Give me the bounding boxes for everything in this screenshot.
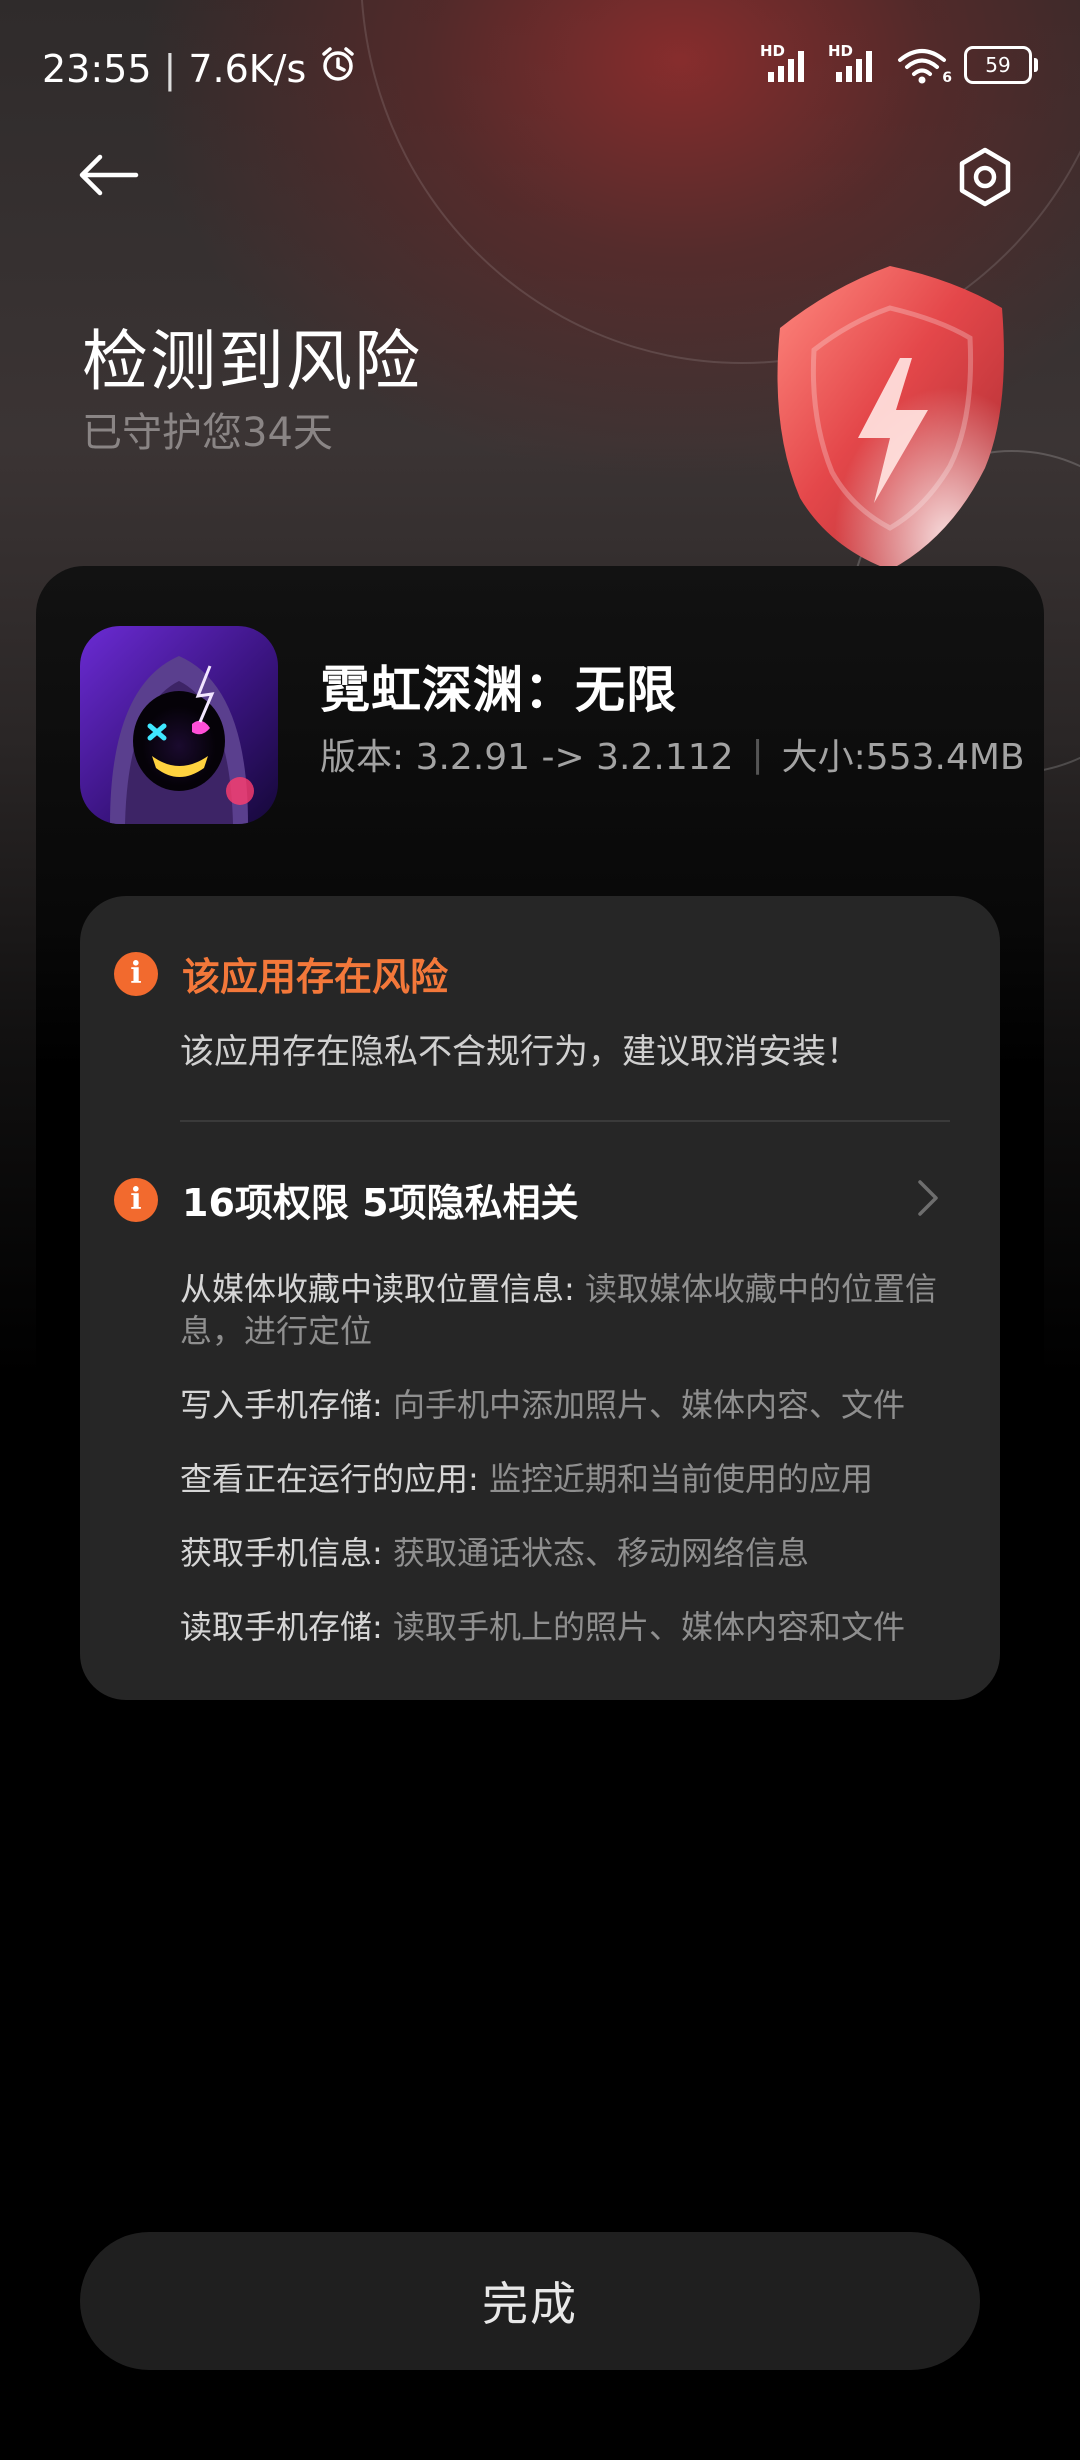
status-bar: 23:55 | 7.6K/s HD HD 6 59	[0, 0, 1080, 140]
app-meta: 版本: 3.2.91 -> 3.2.112 | 大小:553.4MB	[320, 728, 1025, 780]
risk-header: i 该应用存在风险	[114, 946, 448, 1001]
risk-description: 该应用存在隐私不合规行为，建议取消安装！	[180, 1032, 860, 1072]
app-version: 版本: 3.2.91 -> 3.2.112	[320, 737, 734, 778]
signal-icon: HD	[760, 42, 812, 84]
permissions-title: 16项权限 5项隐私相关	[182, 1181, 579, 1225]
permission-item: 查看正在运行的应用: 监控近期和当前使用的应用	[180, 1458, 960, 1500]
permission-name: 获取手机信息:	[180, 1534, 383, 1572]
arrow-left-icon	[79, 154, 139, 196]
app-name: 霓虹深渊：无限	[320, 661, 677, 719]
permissions-header[interactable]: i 16项权限 5项隐私相关	[114, 1172, 579, 1227]
meta-separator: |	[751, 733, 764, 775]
permission-detail: 获取通话状态、移动网络信息	[382, 1534, 809, 1572]
permission-detail: 向手机中添加照片、媒体内容、文件	[382, 1386, 905, 1424]
chevron-right-icon[interactable]	[910, 1176, 946, 1220]
permission-name: 查看正在运行的应用:	[180, 1460, 479, 1498]
divider	[180, 1120, 950, 1122]
protection-days: 已守护您34天	[82, 410, 333, 456]
battery-indicator: 59	[964, 46, 1038, 84]
alarm-icon	[318, 44, 358, 93]
permission-name: 写入手机存储:	[180, 1386, 383, 1424]
info-circle-icon: i	[114, 1177, 158, 1222]
permission-list: 从媒体收藏中读取位置信息: 读取媒体收藏中的位置信息，进行定位 写入手机存储: …	[180, 1268, 960, 1680]
hexagon-gear-icon	[959, 147, 1011, 207]
status-separator: |	[163, 46, 177, 91]
permission-name: 从媒体收藏中读取位置信息:	[180, 1270, 575, 1308]
permission-item: 读取手机存储: 读取手机上的照片、媒体内容和文件	[180, 1606, 960, 1648]
app-size: 大小:553.4MB	[781, 737, 1025, 778]
risk-panel: i 该应用存在风险 该应用存在隐私不合规行为，建议取消安装！ i 16项权限 5…	[80, 896, 1000, 1700]
permission-item: 获取手机信息: 获取通话状态、移动网络信息	[180, 1532, 960, 1574]
done-button[interactable]: 完成	[80, 2232, 980, 2370]
settings-button[interactable]	[948, 140, 1022, 214]
back-button[interactable]	[66, 140, 150, 210]
signal-icon: HD	[828, 42, 880, 84]
app-icon	[80, 626, 278, 824]
permission-item: 从媒体收藏中读取位置信息: 读取媒体收藏中的位置信息，进行定位	[180, 1268, 960, 1352]
permission-item: 写入手机存储: 向手机中添加照片、媒体内容、文件	[180, 1384, 960, 1426]
risk-title: 该应用存在风险	[182, 955, 449, 999]
status-time: 23:55	[42, 46, 152, 91]
status-right: HD HD 6 59	[760, 42, 1038, 86]
permission-name: 读取手机存储:	[180, 1608, 383, 1646]
permission-detail: 读取手机上的照片、媒体内容和文件	[382, 1608, 905, 1646]
risk-detection-screen: 23:55 | 7.6K/s HD HD 6 59 检测到风险 已守护您34天 …	[0, 0, 1080, 2460]
page-title: 检测到风险	[82, 323, 422, 400]
info-circle-icon: i	[114, 951, 158, 996]
shield-lightning-icon	[740, 258, 1020, 578]
wifi-icon: 6	[896, 46, 952, 86]
permission-detail: 监控近期和当前使用的应用	[478, 1460, 873, 1498]
status-net-speed: 7.6K/s	[188, 46, 307, 91]
status-left: 23:55 | 7.6K/s	[42, 44, 358, 93]
